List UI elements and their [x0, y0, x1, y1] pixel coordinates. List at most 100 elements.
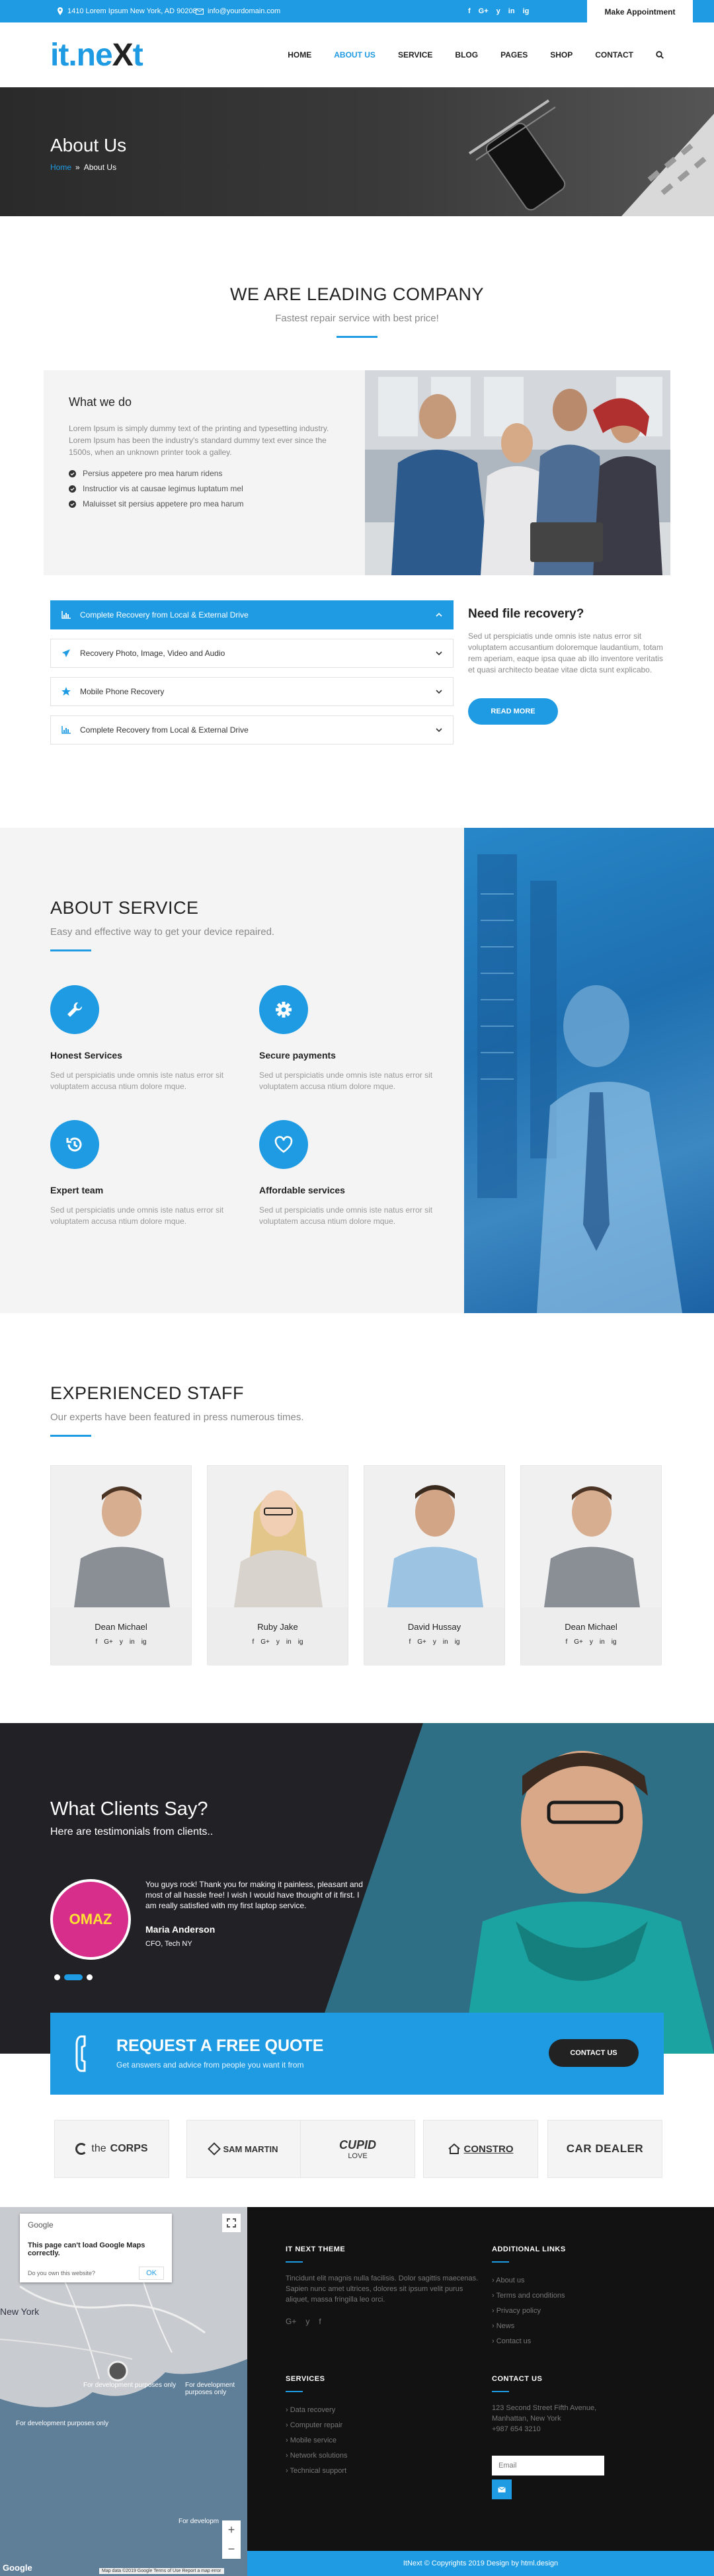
read-more-button[interactable]: READ MORE	[468, 698, 558, 725]
map-embed[interactable]: New York For development purposes only F…	[0, 2207, 247, 2576]
email-text: info@yourdomain.com	[208, 7, 281, 15]
staff-photo	[208, 1466, 348, 1607]
map-own-site-text: Do you own this website?	[28, 2270, 96, 2276]
instagram-icon[interactable]: ig	[298, 1638, 303, 1646]
accordion-item-4[interactable]: Complete Recovery from Local & External …	[50, 715, 454, 745]
contact-phone: +987 654 3210	[492, 2425, 541, 2433]
envelope-icon	[498, 2486, 506, 2492]
breadcrumb-home[interactable]: Home	[50, 163, 71, 172]
newsletter-email-input[interactable]	[492, 2456, 604, 2475]
instagram-icon[interactable]: ig	[141, 1638, 147, 1646]
facebook-icon[interactable]: f	[319, 2317, 321, 2326]
footer-link[interactable]: › Data recovery	[286, 2403, 451, 2418]
twitter-icon[interactable]: y	[496, 7, 500, 15]
instagram-icon[interactable]: ig	[523, 7, 530, 15]
nav-shop[interactable]: SHOP	[550, 50, 573, 60]
footer-link[interactable]: › Terms and conditions	[492, 2288, 657, 2304]
linkedin-icon[interactable]: in	[443, 1638, 448, 1646]
linkedin-icon[interactable]: in	[130, 1638, 135, 1646]
twitter-icon[interactable]: y	[305, 2317, 309, 2326]
service-item: Expert team Sed ut perspiciatis unde omn…	[50, 1120, 249, 1227]
footer-link[interactable]: › Technical support	[286, 2464, 451, 2479]
facebook-icon[interactable]: f	[566, 1638, 568, 1646]
make-appointment-button[interactable]: Make Appointment	[587, 0, 693, 24]
newsletter-submit-button[interactable]	[492, 2479, 512, 2499]
nav-service[interactable]: SERVICE	[398, 50, 432, 60]
staff-card[interactable]: Dean Michael f G+ y in ig	[50, 1465, 192, 1666]
map-error-text: This page can't load Google Maps correct…	[28, 2241, 145, 2257]
footer-link[interactable]: › Contact us	[492, 2334, 657, 2349]
twitter-icon[interactable]: y	[433, 1638, 436, 1646]
carousel-dot[interactable]	[87, 1974, 93, 1980]
logo[interactable]: it.neXt	[50, 37, 143, 73]
zoom-in-icon[interactable]: +	[228, 2523, 235, 2537]
facebook-icon[interactable]: f	[253, 1638, 255, 1646]
carousel-dot[interactable]	[54, 1974, 60, 1980]
brand-logo-car-dealer[interactable]: CAR DEALER	[547, 2120, 662, 2178]
google-plus-icon[interactable]: G+	[479, 7, 489, 15]
search-icon[interactable]	[656, 51, 664, 59]
twitter-icon[interactable]: y	[276, 1638, 280, 1646]
twitter-icon[interactable]: y	[120, 1638, 123, 1646]
nav-home[interactable]: HOME	[288, 50, 311, 60]
google-plus-icon[interactable]: G+	[286, 2317, 296, 2326]
staff-card[interactable]: David Hussay f G+ y in ig	[364, 1465, 505, 1666]
brand-logo-constro[interactable]: CONSTRO	[423, 2120, 538, 2178]
nav-contact[interactable]: CONTACT	[595, 50, 633, 60]
linkedin-icon[interactable]: in	[600, 1638, 605, 1646]
facebook-icon[interactable]: f	[96, 1638, 98, 1646]
nav-blog[interactable]: BLOG	[455, 50, 478, 60]
linkedin-icon[interactable]: in	[286, 1638, 292, 1646]
staff-name: Dean Michael	[95, 1622, 147, 1632]
google-plus-icon[interactable]: G+	[574, 1638, 583, 1646]
instagram-icon[interactable]: ig	[612, 1638, 617, 1646]
brand-logo-corps[interactable]: the CORPS	[54, 2120, 169, 2178]
accordion-item-3[interactable]: Mobile Phone Recovery	[50, 677, 454, 706]
contact-us-button[interactable]: CONTACT US	[549, 2039, 639, 2067]
instagram-icon[interactable]: ig	[455, 1638, 460, 1646]
bullet-text: Maluisset sit persius appetere pro mea h…	[83, 499, 244, 508]
facebook-icon[interactable]: f	[409, 1638, 411, 1646]
brand-logo-cupid[interactable]: CUPID LOVE	[300, 2120, 415, 2178]
accordion-item-1[interactable]: Complete Recovery from Local & External …	[50, 600, 454, 629]
google-plus-icon[interactable]: G+	[260, 1638, 270, 1646]
brand-logo-sam-martin[interactable]: SAM MARTIN	[186, 2120, 301, 2178]
brand-text: CORPS	[110, 2143, 148, 2154]
email-info[interactable]: info@yourdomain.com	[196, 0, 280, 22]
zoom-out-icon[interactable]: −	[228, 2542, 235, 2556]
chevron-down-icon	[436, 651, 442, 655]
team-photo	[365, 370, 670, 575]
map-dev-label: For development purposes only	[16, 2420, 109, 2427]
map-fullscreen-button[interactable]	[222, 2214, 241, 2232]
accordion-item-2[interactable]: Recovery Photo, Image, Video and Audio	[50, 639, 454, 668]
footer-links-col: ADDITIONAL LINKS › About us › Terms and …	[492, 2245, 657, 2349]
facebook-icon[interactable]: f	[468, 7, 471, 15]
staff-card[interactable]: Dean Michael f G+ y in ig	[520, 1465, 662, 1666]
nav-pages[interactable]: PAGES	[500, 50, 528, 60]
twitter-icon[interactable]: y	[590, 1638, 593, 1646]
map-terms[interactable]: Map data ©2019 Google Terms of Use Repor…	[99, 2568, 224, 2574]
client-role: CFO, Tech NY	[145, 1940, 192, 1948]
bullet-text: Persius appetere pro mea harum ridens	[83, 469, 223, 478]
footer-contact-col: CONTACT US 123 Second Street Fifth Avenu…	[492, 2375, 664, 2499]
linkedin-icon[interactable]: in	[508, 7, 515, 15]
footer-link[interactable]: › Network solutions	[286, 2448, 451, 2464]
google-plus-icon[interactable]: G+	[417, 1638, 426, 1646]
footer-heading: IT NEXT THEME	[286, 2245, 346, 2253]
footer-link[interactable]: › News	[492, 2319, 657, 2334]
map-ok-button[interactable]: OK	[139, 2267, 164, 2280]
footer-link[interactable]: › Mobile service	[286, 2433, 451, 2448]
heart-icon	[259, 1120, 308, 1169]
staff-card[interactable]: Ruby Jake f G+ y in ig	[207, 1465, 348, 1666]
airplane-icon	[62, 649, 70, 657]
service-title: Honest Services	[50, 1050, 122, 1061]
footer-link[interactable]: › Computer repair	[286, 2418, 451, 2433]
footer-link[interactable]: › Privacy policy	[492, 2304, 657, 2319]
brand-text: the	[91, 2143, 106, 2154]
google-plus-icon[interactable]: G+	[104, 1638, 113, 1646]
staff-subtitle: Our experts have been featured in press …	[50, 1412, 304, 1423]
footer-theme-text: Tincidunt elit magnis nulla facilisis. D…	[286, 2274, 479, 2304]
nav-about-us[interactable]: ABOUT US	[334, 50, 376, 60]
carousel-dot-active[interactable]	[64, 1974, 83, 1980]
footer-link[interactable]: › About us	[492, 2273, 657, 2288]
